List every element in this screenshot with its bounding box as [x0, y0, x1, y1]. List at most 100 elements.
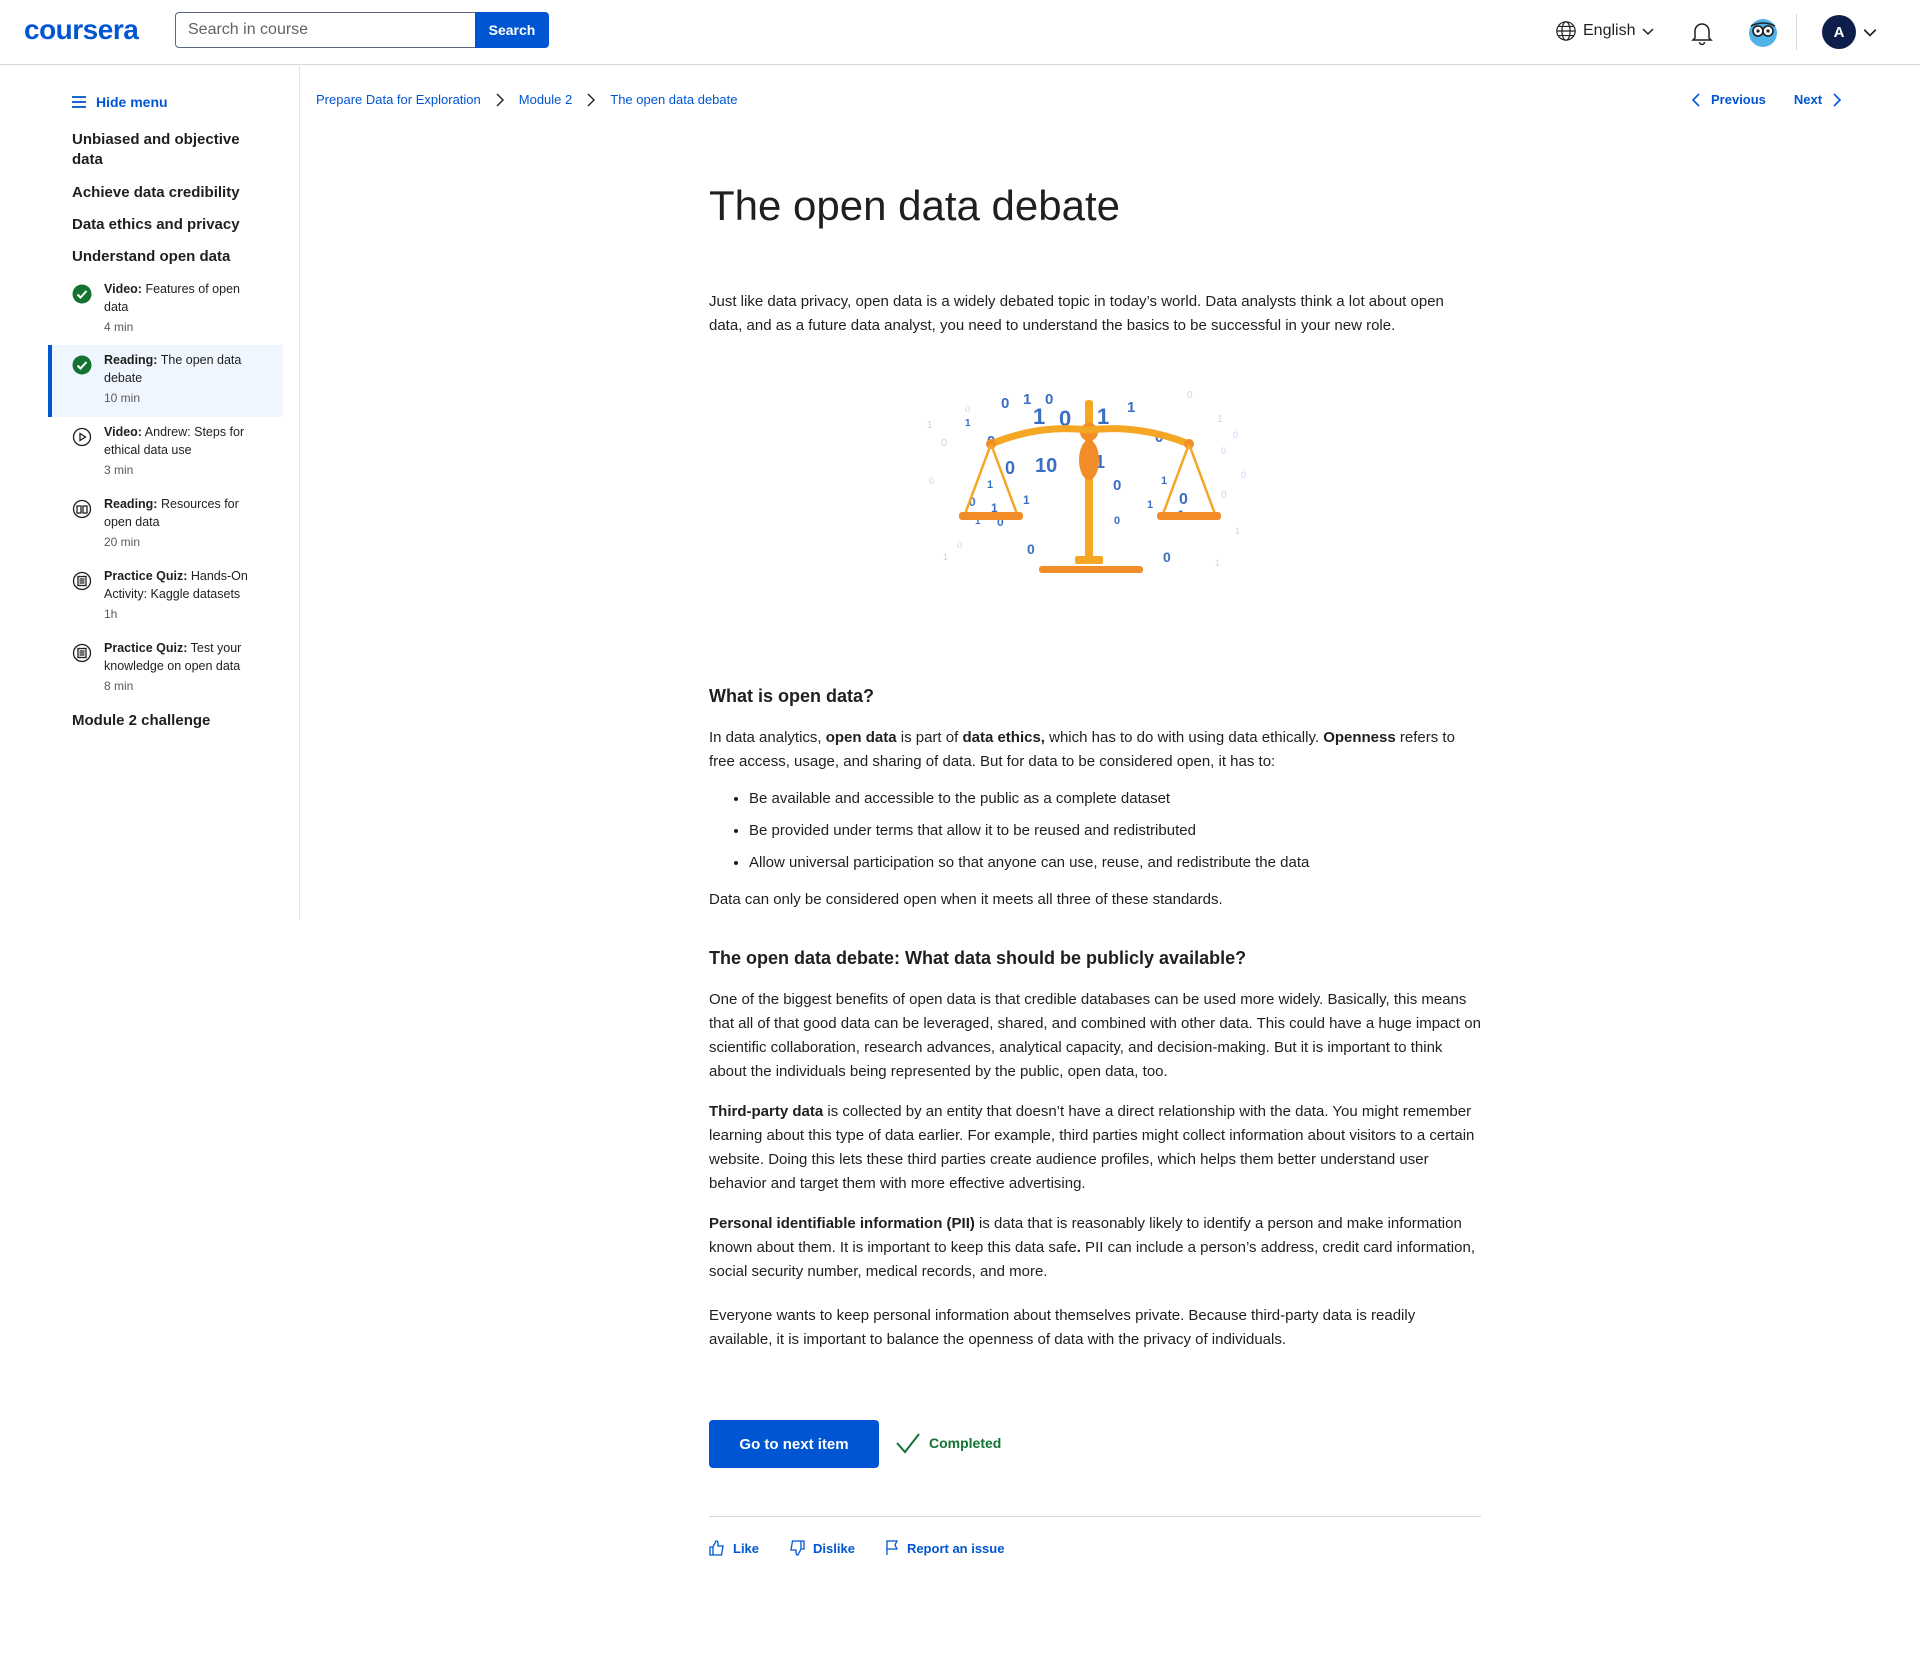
search-bar: Search	[175, 12, 549, 48]
breadcrumb-module[interactable]: Module 2	[519, 92, 572, 107]
completed-label: Completed	[929, 1435, 1002, 1451]
item-duration: 8 min	[104, 679, 134, 693]
privacy-balance-paragraph: Everyone wants to keep personal informat…	[709, 1307, 1416, 1348]
chevron-down-icon[interactable]	[1862, 24, 1878, 40]
quiz-icon	[72, 643, 92, 663]
sidebar-item-text: Reading: The open data debate 10 min	[104, 351, 254, 407]
sidebar-item-knowledge-quiz[interactable]: Practice Quiz: Test your knowledge on op…	[48, 633, 283, 705]
next-label: Next	[1793, 92, 1823, 107]
list-item: Be available and accessible to the publi…	[749, 787, 1309, 811]
svg-text:1: 1	[1161, 475, 1167, 487]
chevron-right-icon	[496, 93, 504, 106]
thumbs-up-icon	[709, 1540, 724, 1556]
svg-text:0: 0	[1045, 391, 1053, 408]
breadcrumb-course[interactable]: Prepare Data for Exploration	[316, 92, 481, 107]
module-challenge-link[interactable]: Module 2 challenge	[72, 711, 272, 731]
svg-text:0: 0	[941, 437, 947, 449]
open-data-criteria-list: Be available and accessible to the publi…	[709, 787, 1309, 883]
item-duration: 20 min	[104, 535, 141, 549]
learning-buddy-icon[interactable]	[1748, 18, 1778, 48]
thumbs-down-icon	[790, 1540, 805, 1556]
sidebar-item-text: Video: Andrew: Steps for ethical data us…	[104, 423, 254, 479]
hide-menu-label: Hide menu	[96, 94, 168, 110]
lesson-link-credibility[interactable]: Achieve data credibility	[72, 183, 272, 203]
intro-paragraph: Just like data privacy, open data is a w…	[709, 293, 1444, 334]
coursera-logo[interactable]: coursera	[24, 14, 139, 46]
sidebar-item-open-data-debate[interactable]: Reading: The open data debate 10 min	[48, 345, 283, 417]
reading-content: The open data debate Just like data priv…	[709, 180, 1481, 1556]
previous-button[interactable]: Previous	[1692, 92, 1766, 107]
flag-icon	[886, 1540, 898, 1555]
quiz-icon	[72, 571, 92, 591]
item-duration: 3 min	[104, 463, 134, 477]
item-duration: 4 min	[104, 320, 134, 334]
svg-text:1: 1	[1215, 558, 1220, 568]
svg-text:0: 0	[1114, 515, 1120, 527]
svg-text:0: 0	[1005, 458, 1015, 478]
sidebar-item-andrew-video[interactable]: Video: Andrew: Steps for ethical data us…	[48, 417, 283, 489]
benefits-paragraph: One of the biggest benefits of open data…	[709, 991, 1481, 1080]
svg-text:1: 1	[965, 418, 971, 429]
globe-icon	[1556, 21, 1576, 41]
svg-text:0: 0	[1233, 430, 1238, 440]
svg-text:0: 0	[965, 404, 970, 414]
divider	[709, 1516, 1481, 1517]
sidebar-item-text: Practice Quiz: Test your knowledge on op…	[104, 639, 254, 695]
sidebar-item-features-video[interactable]: Video: Features of open data 4 min	[48, 274, 283, 346]
svg-text:1: 1	[1023, 391, 1031, 408]
dislike-button[interactable]: Dislike	[789, 1540, 855, 1556]
sidebar-item-resources-reading[interactable]: Reading: Resources for open data 20 min	[48, 489, 283, 561]
hide-menu-button[interactable]: Hide menu	[72, 94, 168, 110]
report-issue-button[interactable]: Report an issue	[885, 1540, 1005, 1556]
like-button[interactable]: Like	[709, 1540, 759, 1556]
language-selector[interactable]: English	[1555, 20, 1655, 42]
sidebar-item-kaggle-quiz[interactable]: Practice Quiz: Hands-On Activity: Kaggle…	[48, 561, 283, 633]
svg-text:1: 1	[1217, 414, 1223, 425]
svg-text:0: 0	[1221, 446, 1226, 456]
check-circle-icon	[72, 284, 92, 304]
svg-text:0: 0	[957, 540, 962, 550]
header-divider	[1796, 14, 1797, 50]
open-data-summary-paragraph: Data can only be considered open when it…	[709, 891, 1223, 908]
svg-text:0: 0	[1221, 490, 1227, 501]
lesson-link-ethics[interactable]: Data ethics and privacy	[72, 215, 272, 235]
svg-text:0: 0	[1027, 541, 1035, 557]
svg-text:0: 0	[1163, 549, 1171, 565]
avatar[interactable]: A	[1822, 15, 1856, 49]
notifications-bell-icon[interactable]	[1690, 20, 1714, 46]
item-navigation: Previous Next	[1692, 92, 1842, 107]
svg-text:1: 1	[927, 420, 933, 431]
like-label: Like	[733, 1540, 760, 1556]
sidebar-item-text: Practice Quiz: Hands-On Activity: Kaggle…	[104, 567, 254, 623]
report-issue-label: Report an issue	[906, 1540, 1005, 1556]
svg-text:0: 0	[929, 476, 934, 486]
third-party-paragraph: Third-party data is collected by an enti…	[709, 1103, 1475, 1192]
open-data-definition-paragraph: In data analytics, open data is part of …	[709, 729, 1455, 770]
svg-text:0: 0	[1113, 477, 1121, 494]
svg-text:0: 0	[1001, 395, 1009, 412]
item-duration: 1h	[104, 607, 118, 621]
sidebar-item-text: Video: Features of open data 4 min	[104, 280, 254, 336]
search-input[interactable]	[175, 12, 475, 48]
svg-text:0: 0	[1187, 390, 1193, 401]
sidebar-item-text: Reading: Resources for open data 20 min	[104, 495, 254, 551]
svg-text:0: 0	[1179, 491, 1188, 508]
previous-label: Previous	[1711, 92, 1766, 107]
completed-status: Completed	[895, 1432, 1001, 1454]
next-button[interactable]: Next	[1793, 92, 1842, 107]
go-to-next-item-button[interactable]: Go to next item	[709, 1420, 879, 1468]
breadcrumb-current[interactable]: The open data debate	[610, 92, 737, 107]
chevron-down-icon	[1642, 28, 1655, 36]
lesson-link-open-data[interactable]: Understand open data	[72, 247, 272, 267]
page-title: The open data debate	[709, 182, 1121, 229]
list-item: Allow universal participation so that an…	[749, 851, 1309, 875]
svg-text:0: 0	[1241, 470, 1246, 480]
book-icon	[72, 499, 92, 519]
menu-icon	[72, 96, 86, 108]
item-duration: 10 min	[104, 391, 141, 405]
search-button[interactable]: Search	[475, 12, 549, 48]
chevron-right-icon	[587, 93, 596, 106]
lesson-link-unbiased[interactable]: Unbiased and objective data	[72, 130, 272, 170]
top-header: coursera Search English A	[0, 0, 1920, 65]
checkmark-icon	[896, 1433, 920, 1454]
